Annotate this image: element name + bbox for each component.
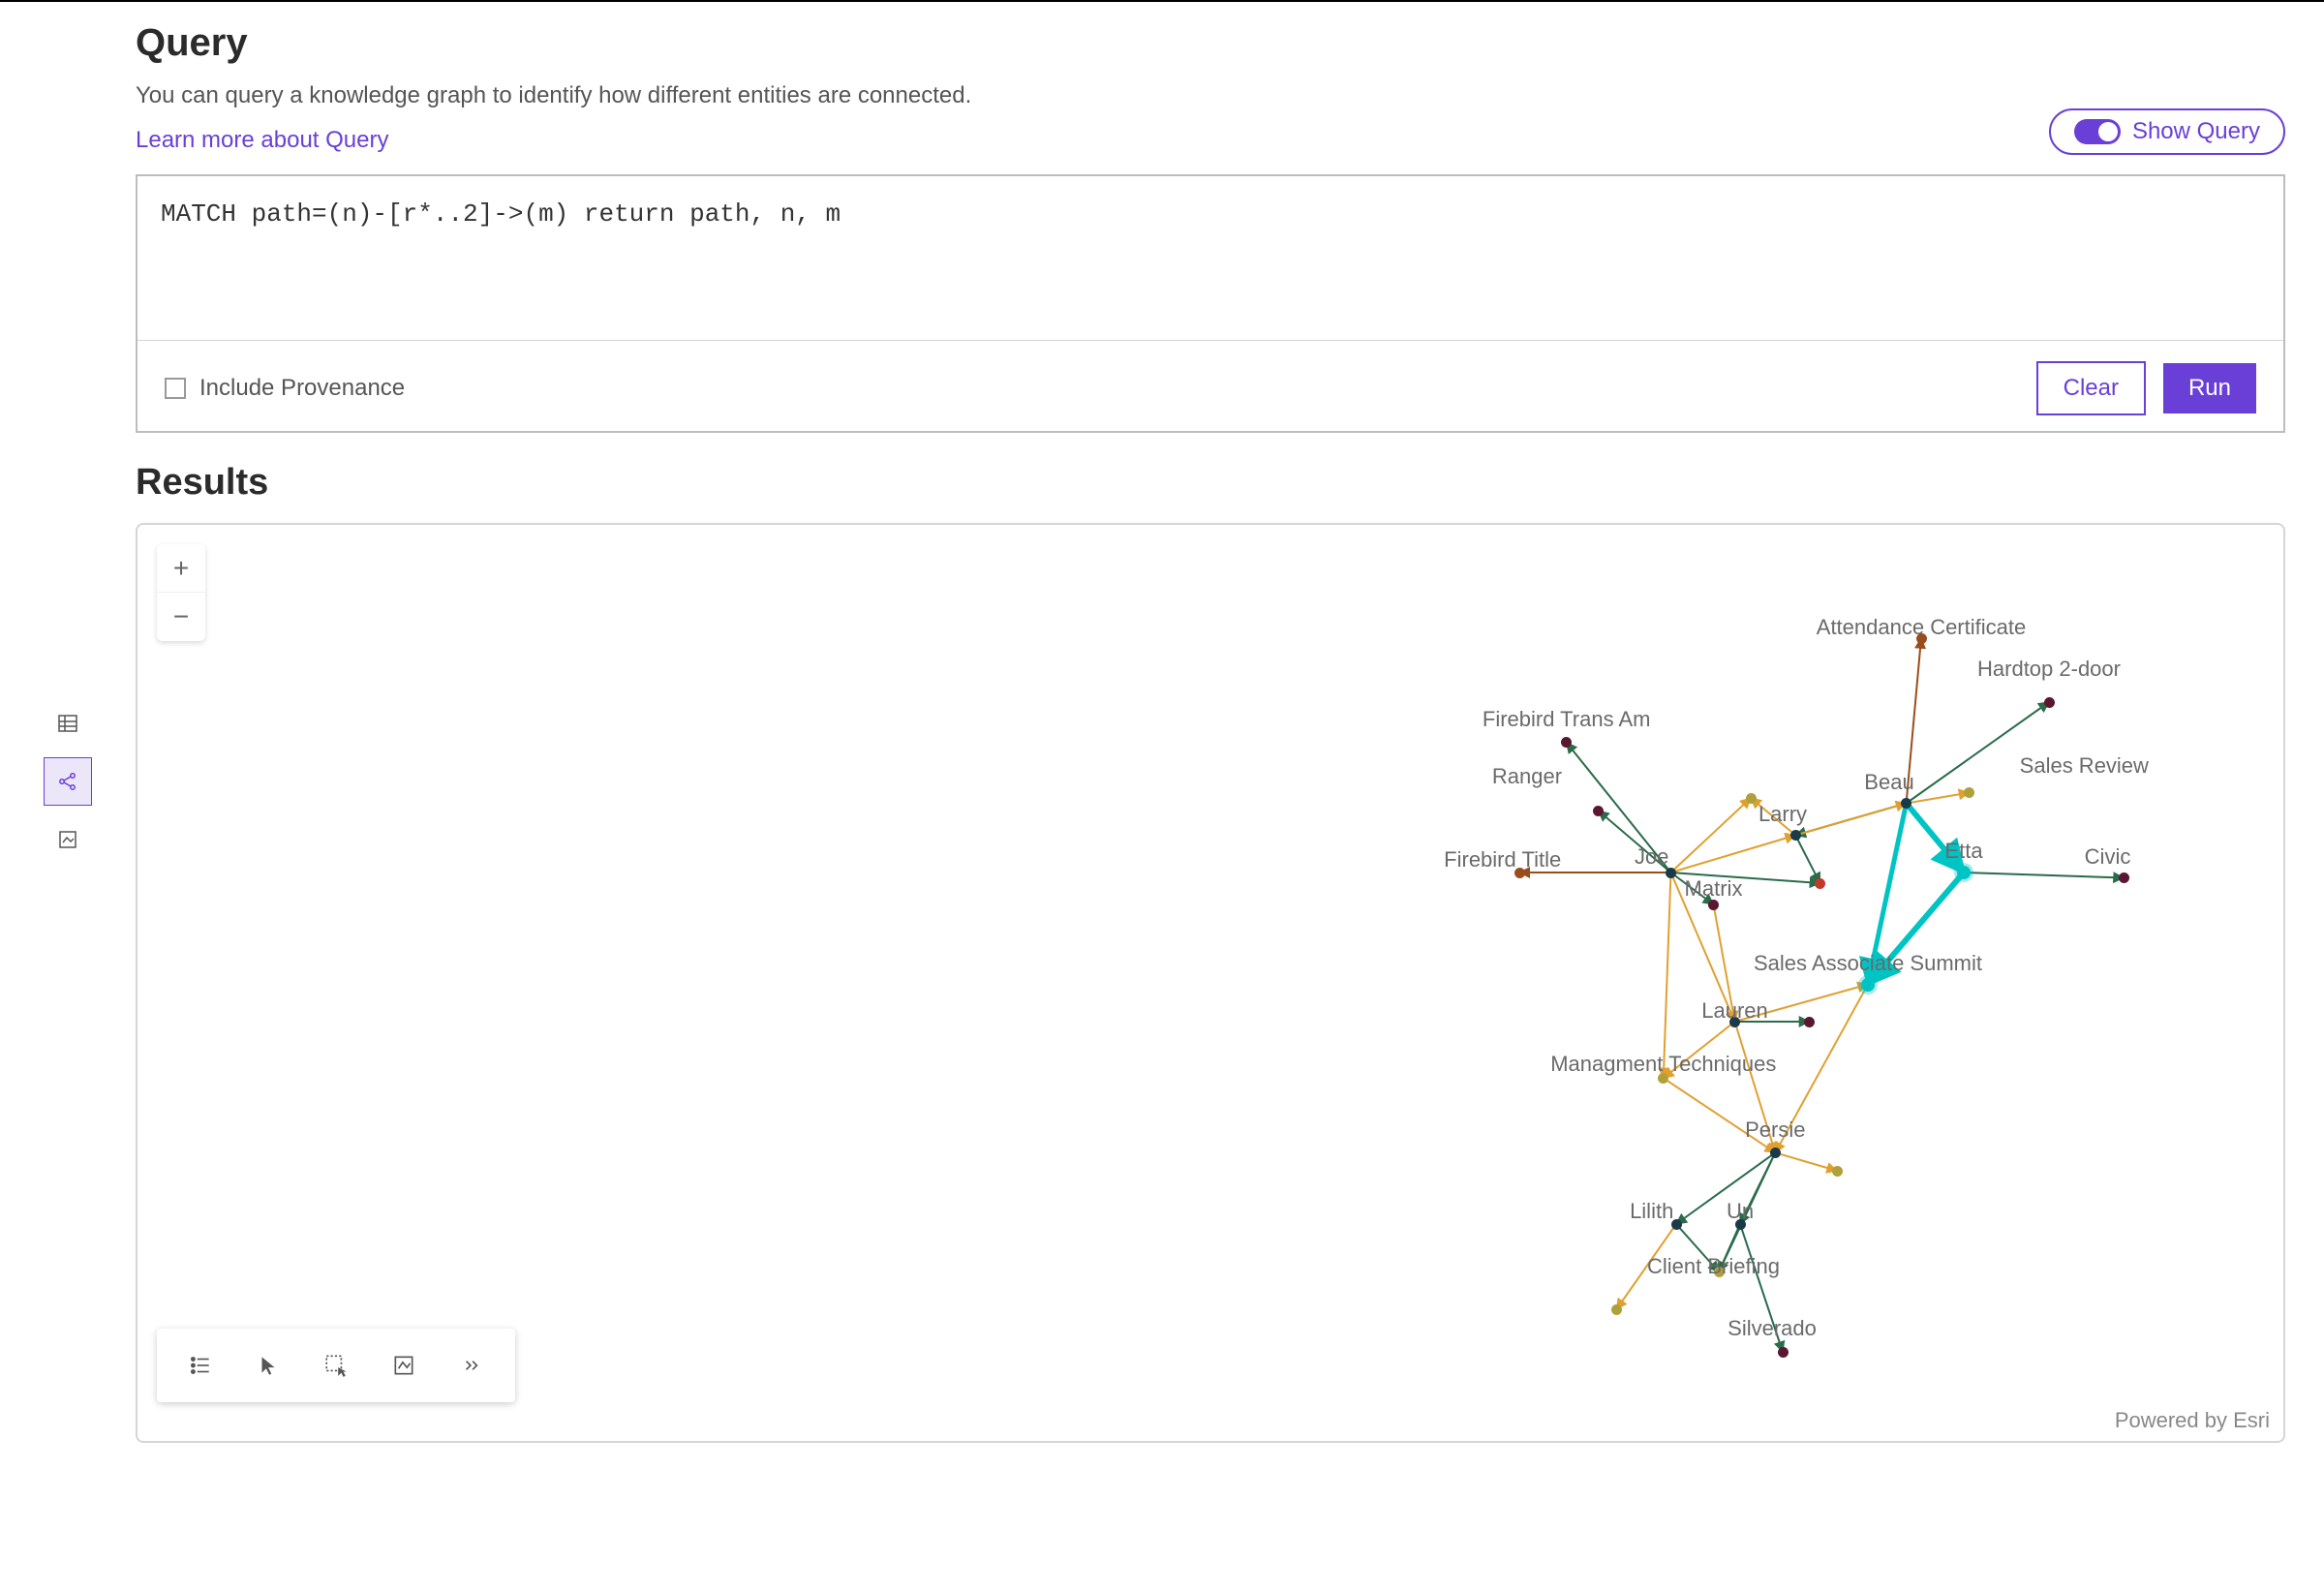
results-title: Results [136,462,2285,504]
graph-node[interactable] [1593,806,1604,816]
graph-node[interactable] [1746,793,1757,804]
graph-node-label: Civic [2085,844,2131,870]
graph-node[interactable] [1804,1017,1815,1027]
card-view-button[interactable] [44,815,92,864]
graph-node[interactable] [1611,1304,1622,1315]
graph-node-label: Hardtop 2-door [1977,657,2121,682]
toggle-label: Show Query [2132,118,2260,145]
graph-node-label: Persie [1745,1117,1805,1143]
graph-node-label: Sales Review [2020,753,2149,779]
graph-node-label: Larry [1758,802,1807,827]
graph-node-label: Matrix [1685,876,1743,902]
graph-canvas[interactable]: Attendance Certificate Hardtop 2-door Fire… [138,525,2283,1441]
graph-node[interactable] [1770,1148,1781,1158]
page-subtitle: You can query a knowledge graph to ident… [136,82,2049,109]
graph-node-label: Un [1727,1199,1754,1224]
more-tools-button[interactable] [438,1336,505,1394]
graph-node-label: Joe [1635,844,1668,870]
graph-node-label: Lilith [1630,1199,1673,1224]
layout-tool-button[interactable] [370,1336,438,1394]
query-textarea[interactable] [138,176,2283,341]
graph-node[interactable] [1861,978,1875,992]
attribution: Powered by Esri [2115,1408,2270,1433]
checkbox-label: Include Provenance [199,375,405,402]
results-panel: + − Attendance CertificateHardtop 2-door… [136,523,2285,1443]
clear-button[interactable]: Clear [2036,361,2146,415]
table-view-button[interactable] [44,699,92,748]
graph-node[interactable] [2044,697,2055,708]
graph-node[interactable] [2119,873,2129,883]
page-title: Query [136,21,2049,65]
graph-node[interactable] [1957,866,1971,879]
graph-node-label: Etta [1944,839,1982,864]
checkbox-icon [165,378,186,399]
run-button[interactable]: Run [2163,363,2256,413]
graph-node[interactable] [1964,787,1974,798]
graph-node-label: Client Briefing [1647,1254,1780,1279]
graph-toolbar [157,1329,515,1402]
graph-node[interactable] [1832,1166,1843,1177]
pointer-tool-button[interactable] [234,1336,302,1394]
toggle-switch [2074,119,2121,144]
graph-node-label: Attendance Certificate [1817,615,2026,640]
graph-node-label: Firebird Trans Am [1483,707,1651,732]
query-box: Include Provenance Clear Run [136,174,2285,433]
select-tool-button[interactable] [302,1336,370,1394]
graph-view-button[interactable] [44,757,92,806]
show-query-toggle[interactable]: Show Query [2049,108,2285,155]
graph-node-label: Firebird Title [1444,847,1561,873]
graph-node[interactable] [1790,830,1801,841]
graph-node[interactable] [1778,1347,1789,1358]
legend-button[interactable] [167,1336,234,1394]
graph-node-label: Managment Techniques [1550,1052,1776,1077]
view-rail [0,21,136,1443]
graph-node[interactable] [1815,878,1825,889]
learn-more-link[interactable]: Learn more about Query [136,127,388,153]
graph-node-label: Beau [1864,770,1913,795]
graph-node-label: Ranger [1492,764,1562,789]
include-provenance-checkbox[interactable]: Include Provenance [165,375,405,402]
graph-node-label: Sales Associate Summit [1754,951,1982,976]
graph-node-label: Lauren [1701,998,1768,1024]
graph-node-label: Silverado [1728,1316,1817,1341]
